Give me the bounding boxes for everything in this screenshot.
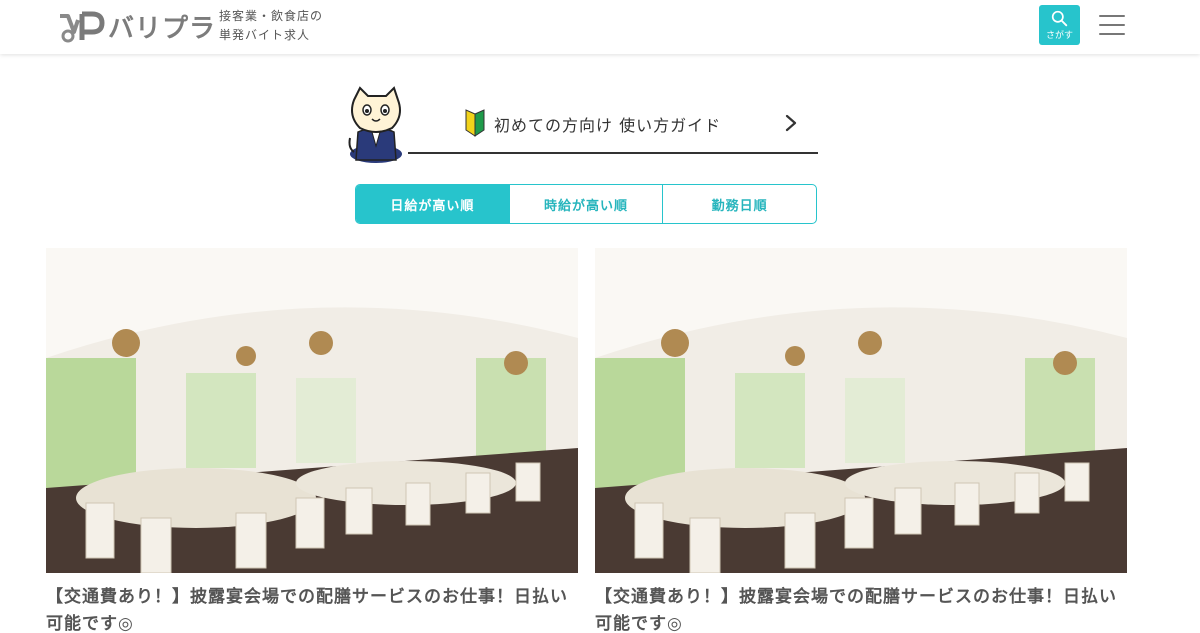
job-card-title[interactable]: 【交通費あり！】披露宴会場での配膳サービスのお仕事！日払い可能です◎ bbox=[595, 584, 1127, 633]
guide-underline bbox=[408, 152, 818, 154]
banquet-hall-photo bbox=[46, 248, 578, 573]
guide-banner[interactable]: 初めての方向け 使い方ガイド bbox=[346, 86, 818, 166]
logo-text: バリプラ bbox=[108, 14, 217, 44]
search-icon bbox=[1051, 10, 1068, 26]
job-card-title[interactable]: 【交通費あり！】披露宴会場での配膳サービスのお仕事！日払い可能です◎ bbox=[46, 584, 578, 633]
logo-mark-icon bbox=[60, 11, 105, 42]
job-card[interactable]: 【交通費あり！】披露宴会場での配膳サービスのお仕事！日払い可能です◎ bbox=[46, 248, 578, 633]
menu-icon[interactable] bbox=[1099, 15, 1125, 37]
search-button-label: さがす bbox=[1045, 30, 1073, 41]
sort-tab-hourly-wage[interactable]: 時給が高い順 bbox=[508, 185, 663, 223]
sort-tabs: 日給が高い順 時給が高い順 勤務日順 bbox=[355, 184, 817, 224]
search-button[interactable]: さがす bbox=[1039, 5, 1080, 45]
beginner-mark-icon bbox=[465, 109, 485, 137]
sort-tab-work-date[interactable]: 勤務日順 bbox=[662, 185, 816, 223]
chevron-right-icon bbox=[785, 114, 797, 132]
guide-link-label[interactable]: 初めての方向け 使い方ガイド bbox=[494, 112, 721, 136]
job-card[interactable]: 【交通費あり！】披露宴会場での配膳サービスのお仕事！日払い可能です◎ bbox=[595, 248, 1127, 633]
site-header: バリプラ 接客業・飲食店の 単発バイト求人 さがす bbox=[0, 0, 1200, 54]
site-tagline: 接客業・飲食店の 単発バイト求人 bbox=[219, 7, 323, 45]
tagline-line-2: 単発バイト求人 bbox=[219, 28, 311, 42]
site-logo[interactable]: バリプラ bbox=[58, 8, 216, 45]
sort-tab-daily-wage[interactable]: 日給が高い順 bbox=[356, 185, 509, 223]
banquet-hall-photo bbox=[595, 248, 1127, 573]
tagline-line-1: 接客業・飲食店の bbox=[219, 9, 324, 23]
cat-mascot-icon bbox=[348, 86, 402, 163]
